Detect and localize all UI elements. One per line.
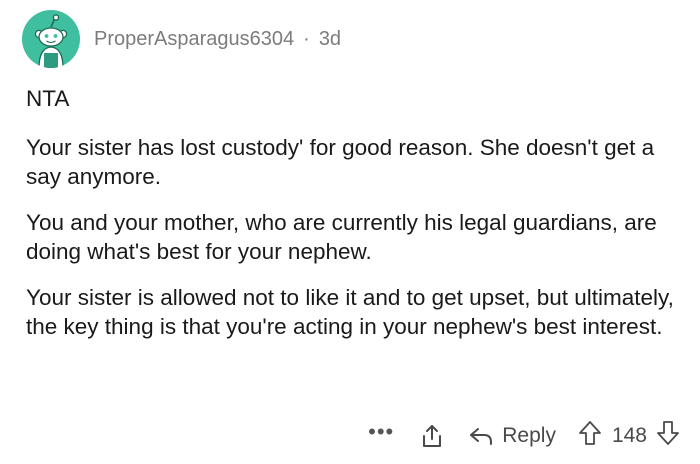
author-username[interactable]: ProperAsparagus6304 xyxy=(94,28,294,51)
reply-arrow-icon xyxy=(470,428,493,445)
comment-paragraph: Your sister has lost custody' for good r… xyxy=(26,135,655,189)
reply-label: Reply xyxy=(502,424,556,447)
share-icon xyxy=(423,425,442,447)
upvote-arrow-icon xyxy=(579,421,601,445)
comment-paragraph: You and your mother, who are currently h… xyxy=(26,210,657,264)
comment-card: ProperAsparagus6304 · 3d NTA Your sister… xyxy=(0,0,700,464)
comment-paragraph: NTA xyxy=(26,86,70,111)
upvote-button[interactable] xyxy=(578,420,602,452)
comment-paragraph: Your sister is allowed not to like it an… xyxy=(26,285,674,339)
meta-separator: · xyxy=(303,27,310,50)
reddit-snoo-avatar-icon xyxy=(34,14,68,68)
user-avatar[interactable] xyxy=(22,10,80,68)
downvote-arrow-icon xyxy=(657,421,679,445)
reply-button[interactable]: Reply xyxy=(468,424,556,448)
comment-header: ProperAsparagus6304 · 3d xyxy=(22,10,341,68)
comment-age: 3d xyxy=(318,27,342,50)
downvote-button[interactable] xyxy=(656,420,680,452)
vote-score: 148 xyxy=(611,424,647,447)
more-options-button[interactable]: ••• xyxy=(368,421,394,443)
comment-meta: ProperAsparagus6304 · 3d xyxy=(94,28,341,51)
share-button[interactable] xyxy=(420,423,444,449)
comment-actions: ••• Reply 148 xyxy=(368,418,680,454)
comment-body: NTA Your sister has lost custody' for go… xyxy=(26,84,676,358)
vote-controls: 148 xyxy=(578,420,680,452)
